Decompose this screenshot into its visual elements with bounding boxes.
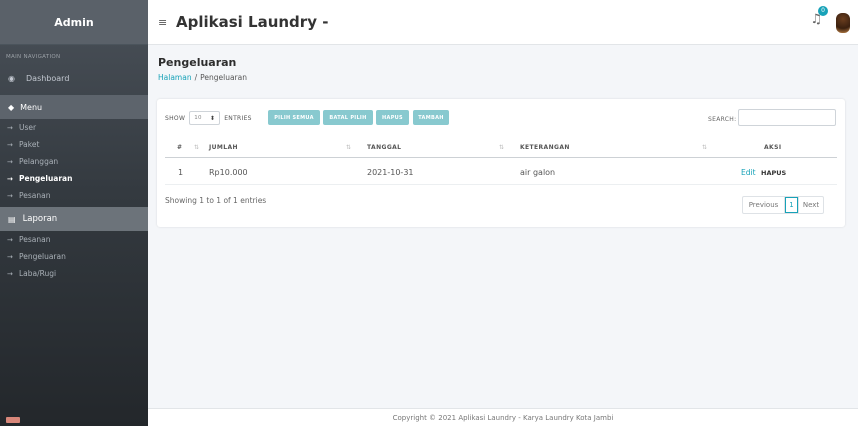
hapus-link[interactable]: HAPUS [761, 169, 786, 177]
sidebar-item-label: Dashboard [26, 73, 70, 83]
arrow-right-icon: → [7, 269, 13, 278]
footer: Copyright © 2021 Aplikasi Laundry - Kary… [148, 408, 858, 426]
arrow-right-icon: → [7, 252, 13, 261]
sidebar-item-label: Menu [20, 102, 43, 112]
column-header-keterangan[interactable]: KETERANGAN [520, 144, 570, 151]
sidebar-item-laba-rugi[interactable]: → Laba/Rugi [0, 265, 148, 282]
search-input[interactable] [738, 109, 836, 126]
show-label: SHOW [165, 114, 186, 122]
breadcrumb: Halaman / Pengeluaran [158, 73, 247, 82]
sidebar-item-label: Laporan [22, 214, 58, 224]
delete-button[interactable]: HAPUS [376, 110, 409, 125]
avatar[interactable] [836, 13, 850, 33]
entries-value: 10 [194, 115, 202, 121]
table-row-divider [165, 184, 837, 185]
arrow-right-icon: → [7, 191, 13, 200]
hamburger-menu-icon[interactable]: ≡ [158, 16, 172, 29]
current-page-button[interactable]: 1 [785, 197, 798, 213]
sidebar-item-pesanan[interactable]: → Pesanan [0, 187, 148, 204]
breadcrumb-separator: / [194, 73, 198, 82]
sidebar-item-menu[interactable]: ◆ Menu [0, 95, 148, 119]
edit-link[interactable]: Edit [741, 168, 756, 177]
dashboard-icon: ◉ [8, 73, 15, 83]
breadcrumb-home-link[interactable]: Halaman [158, 73, 192, 82]
table-info: Showing 1 to 1 of 1 entries [165, 196, 267, 205]
app-title: Aplikasi Laundry - [176, 13, 329, 31]
entries-select[interactable]: 10 ⬍ [189, 111, 221, 125]
sidebar-item-user[interactable]: → User [0, 119, 148, 136]
sidebar-item-label: Paket [19, 140, 40, 149]
sidebar-item-laporan-pesanan[interactable]: → Pesanan [0, 231, 148, 248]
next-page-button[interactable]: Next [798, 197, 823, 213]
sidebar-item-pelanggan[interactable]: → Pelanggan [0, 153, 148, 170]
column-header-no[interactable]: # [177, 144, 182, 151]
sidebar-item-label: Pelanggan [19, 157, 59, 166]
brand-title[interactable]: Admin [0, 0, 148, 45]
sidebar-item-laporan[interactable]: ▤ Laporan [0, 207, 148, 231]
sidebar-item-label: Pesanan [19, 191, 51, 200]
sidebar-item-pengeluaran[interactable]: → Pengeluaran [0, 170, 148, 187]
select-caret-icon: ⬍ [209, 114, 216, 122]
sidebar-item-label: Pengeluaran [19, 174, 73, 183]
arrow-right-icon: → [7, 140, 13, 149]
pagination: Previous 1 Next [742, 196, 824, 214]
notification-badge: 0 [818, 6, 828, 16]
column-header-jumlah[interactable]: JUMLAH [209, 144, 238, 151]
sidebar-item-label: Pesanan [19, 235, 51, 244]
sidebar-item-label: User [19, 123, 37, 132]
cell-no: 1 [178, 168, 184, 177]
add-button[interactable]: TAMBAH [413, 110, 449, 125]
data-table-card: SHOW 10 ⬍ ENTRIES PILIH SEMUA BATAL PILI… [157, 99, 845, 227]
topbar: ≡ Aplikasi Laundry - ♫ 0 [148, 0, 858, 45]
sidebar-item-paket[interactable]: → Paket [0, 136, 148, 153]
cell-tanggal: 2021-10-31 [367, 168, 414, 177]
cell-keterangan: air galon [520, 168, 556, 177]
printer-icon: ▤ [8, 214, 16, 224]
search-label: SEARCH: [708, 116, 737, 123]
footer-logo [6, 417, 20, 423]
circle-icon: ◆ [8, 102, 15, 112]
breadcrumb-current: Pengeluaran [200, 73, 247, 82]
arrow-right-icon: → [7, 157, 13, 166]
entries-label: ENTRIES [224, 114, 252, 122]
previous-page-button[interactable]: Previous [743, 197, 785, 213]
nav-header: MAIN NAVIGATION [6, 54, 61, 60]
show-entries-control: SHOW 10 ⬍ ENTRIES [165, 111, 252, 125]
arrow-right-icon: → [7, 174, 13, 183]
sort-icon[interactable]: ⇅ [194, 144, 199, 151]
cell-jumlah: Rp10.000 [209, 168, 248, 177]
sidebar: Admin MAIN NAVIGATION ◉ Dashboard ◆ Menu… [0, 0, 148, 426]
sort-icon[interactable]: ⇅ [499, 144, 504, 151]
sidebar-item-dashboard[interactable]: ◉ Dashboard [0, 65, 148, 91]
select-all-button[interactable]: PILIH SEMUA [268, 110, 320, 125]
sort-icon[interactable]: ⇅ [346, 144, 351, 151]
arrow-right-icon: → [7, 235, 13, 244]
table-header-divider [165, 157, 837, 158]
cancel-select-button[interactable]: BATAL PILIH [323, 110, 373, 125]
sort-icon[interactable]: ⇅ [702, 144, 707, 151]
column-header-aksi: AKSI [764, 144, 782, 151]
arrow-right-icon: → [7, 123, 13, 132]
page-title: Pengeluaran [158, 56, 237, 69]
sidebar-item-laporan-pengeluaran[interactable]: → Pengeluaran [0, 248, 148, 265]
sidebar-item-label: Laba/Rugi [19, 269, 57, 278]
column-header-tanggal[interactable]: TANGGAL [367, 144, 401, 151]
sidebar-item-label: Pengeluaran [19, 252, 66, 261]
